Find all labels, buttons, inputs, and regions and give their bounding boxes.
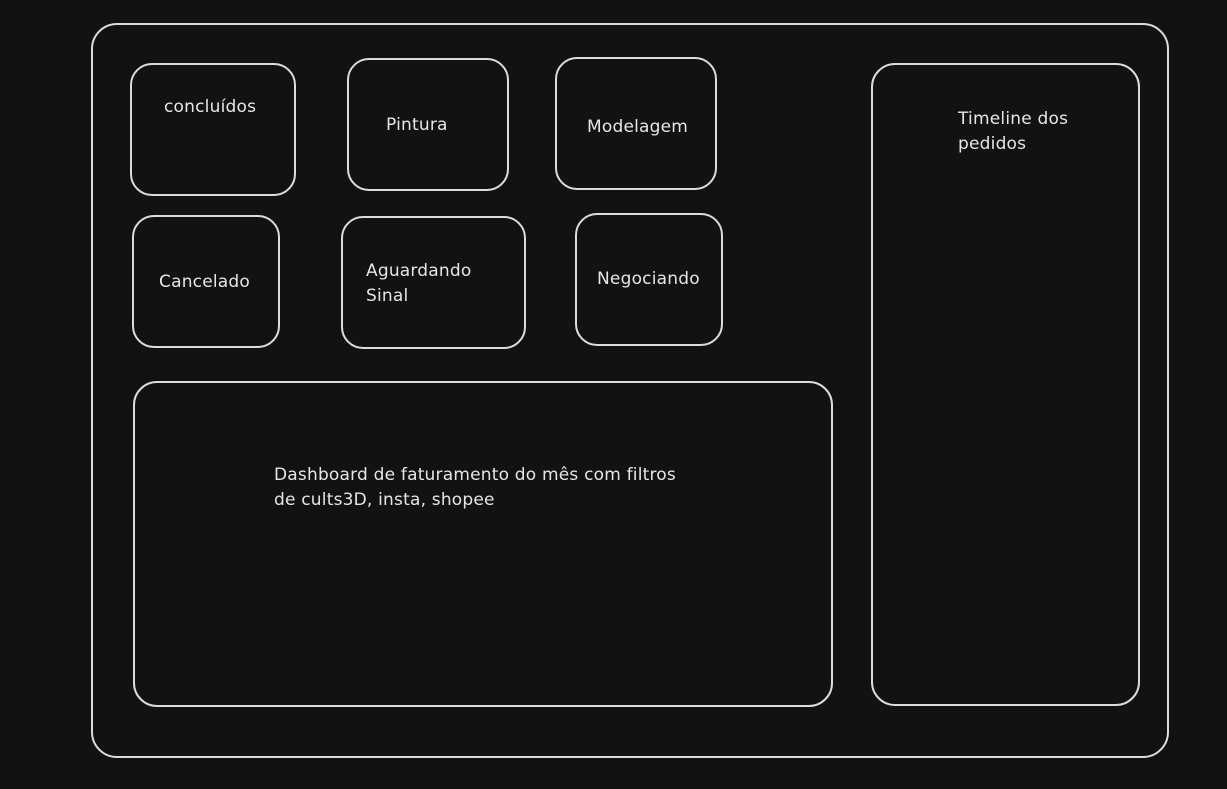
tile-concluidos-label: concluídos	[164, 97, 257, 117]
dashboard-description-line1: Dashboard de faturamento do mês com filt…	[274, 465, 676, 485]
dashboard-description-line2: de cults3D, insta, shopee	[274, 490, 495, 510]
tile-pintura[interactable]: Pintura	[347, 58, 509, 191]
tile-aguardando-sinal[interactable]: Aguardando Sinal	[341, 216, 526, 349]
tile-aguardando-sinal-line2: Sinal	[366, 286, 409, 306]
tile-concluidos[interactable]: concluídos	[130, 63, 296, 196]
wireframe-canvas: concluídos Pintura Modelagem Cancelado A…	[0, 0, 1227, 789]
tile-negociando-label: Negociando	[597, 269, 700, 289]
tile-aguardando-sinal-line1: Aguardando	[366, 261, 472, 281]
timeline-panel[interactable]: Timeline dos pedidos	[871, 63, 1140, 706]
tile-pintura-label: Pintura	[386, 115, 448, 135]
tile-negociando[interactable]: Negociando	[575, 213, 723, 346]
dashboard-panel[interactable]: Dashboard de faturamento do mês com filt…	[133, 381, 833, 707]
tile-modelagem-label: Modelagem	[587, 117, 689, 137]
tile-cancelado[interactable]: Cancelado	[132, 215, 280, 348]
tile-modelagem[interactable]: Modelagem	[555, 57, 717, 190]
tile-cancelado-label: Cancelado	[159, 272, 251, 292]
timeline-title-line2: pedidos	[958, 134, 1027, 154]
timeline-title-line1: Timeline dos	[958, 109, 1069, 129]
